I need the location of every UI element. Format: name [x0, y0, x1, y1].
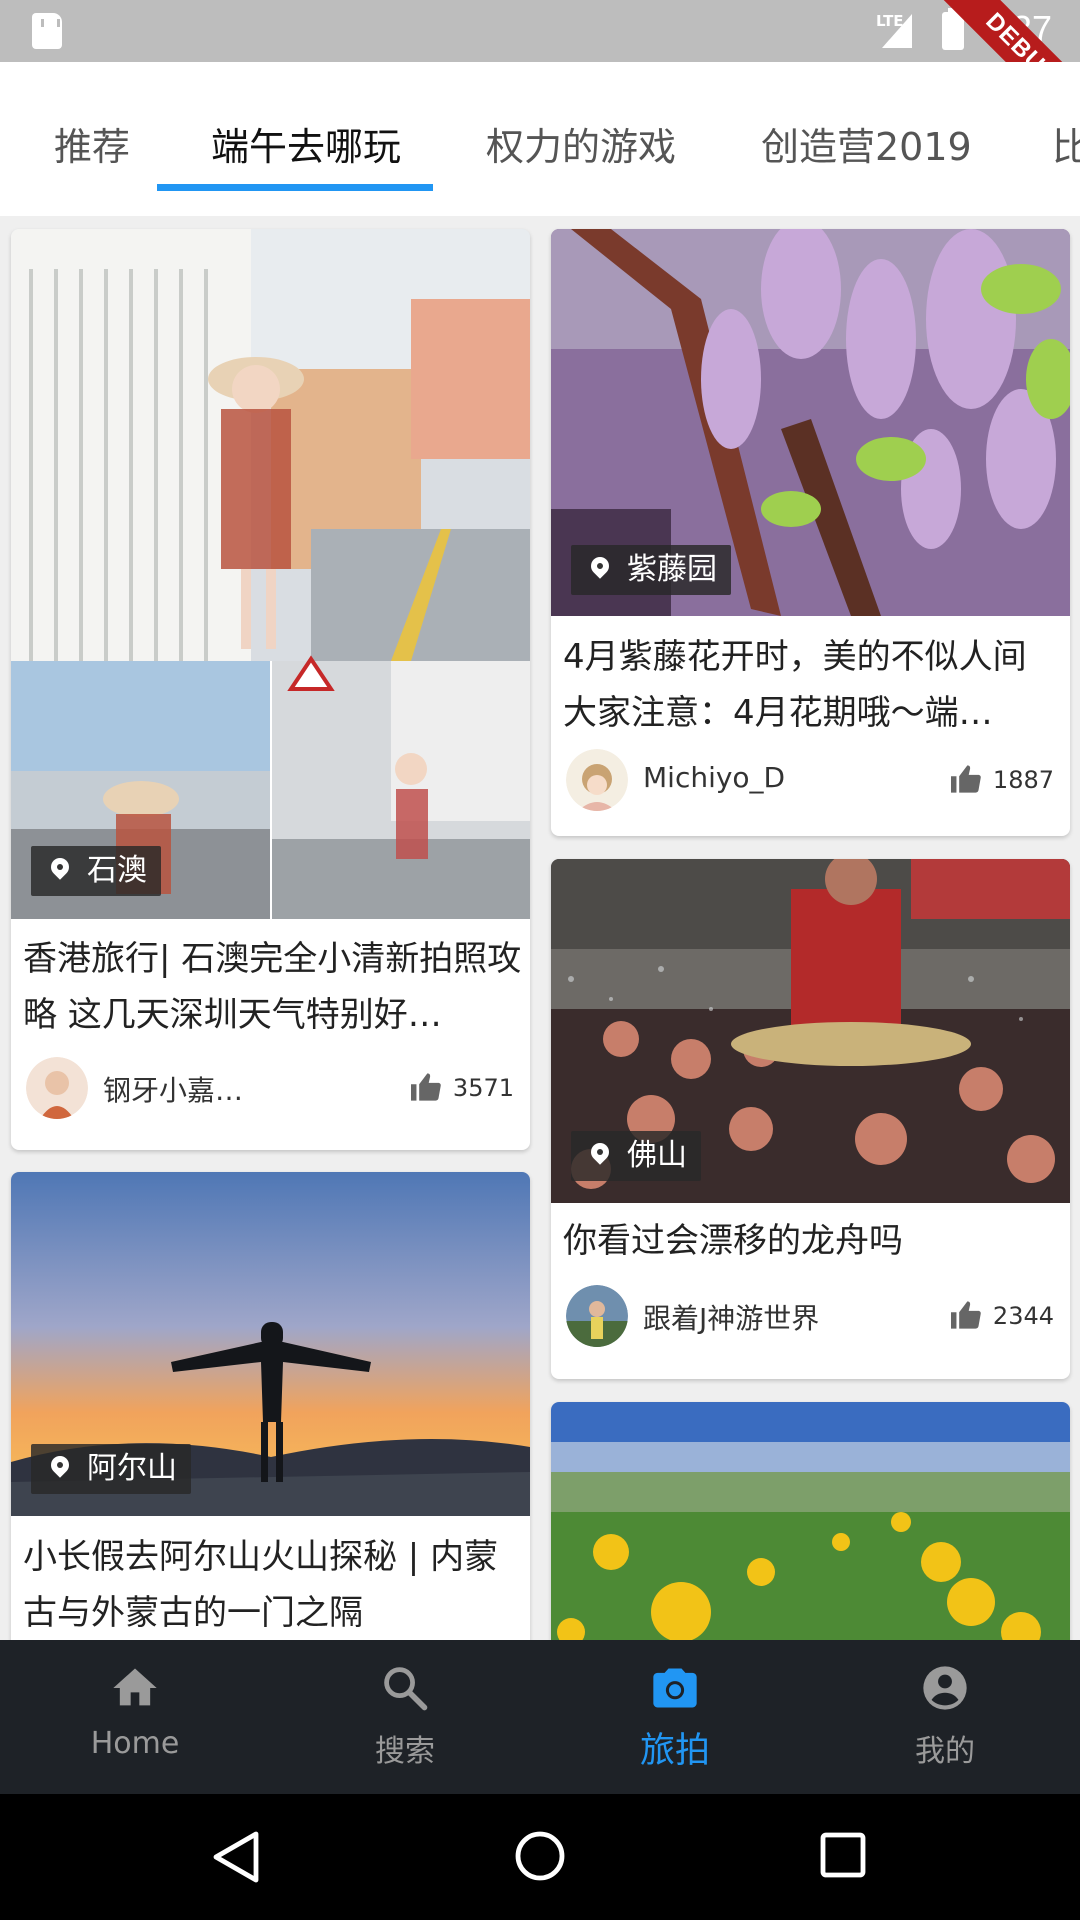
post-title: 4月紫藤花开时，美的不似人间 大家注意：4月花期哦～端…	[563, 637, 1027, 733]
location-badge: 佛山	[571, 1131, 701, 1181]
system-navigation-bar	[0, 1794, 1080, 1920]
post-card-shek-o[interactable]: 石澳 香港旅行| 石澳完全小清新拍照攻略 这几天深圳天气特别好… 钢牙小嘉… 3…	[11, 229, 530, 1150]
nav-home[interactable]: Home	[0, 1640, 270, 1794]
signal-icon	[882, 14, 912, 48]
post-title: 你看过会漂移的龙舟吗	[563, 1221, 903, 1261]
nav-label: 旅拍	[639, 1731, 710, 1771]
post-card-grassland[interactable]	[551, 1402, 1070, 1662]
post-photo-collage	[11, 229, 530, 919]
bottom-navigation-bar: Home 搜索 旅拍 我的	[0, 1640, 1080, 1794]
search-icon	[384, 1667, 428, 1711]
nav-label: 我的	[915, 1734, 975, 1769]
nav-profile[interactable]: 我的	[810, 1640, 1080, 1794]
thumbs-up-icon[interactable]	[949, 1300, 983, 1330]
tab-game-of-thrones[interactable]: 权力的游戏	[486, 116, 676, 171]
nav-label: 搜索	[375, 1734, 435, 1769]
author-name[interactable]: 跟着J神游世界	[643, 1297, 819, 1337]
tab-dragon-boat[interactable]: 端午去哪玩	[211, 116, 401, 171]
camera-icon	[653, 1668, 697, 1708]
category-tab-bar: 推荐 端午去哪玩 权力的游戏 创造营2019 比	[0, 62, 1080, 216]
author-avatar[interactable]	[26, 1057, 88, 1119]
location-badge: 石澳	[31, 846, 161, 896]
location-label: 石澳	[87, 853, 147, 888]
location-label: 阿尔山	[87, 1451, 177, 1486]
nav-search[interactable]: 搜索	[270, 1640, 540, 1794]
post-title: 小长假去阿尔山火山探秘 | 内蒙古与外蒙古的一门之隔	[23, 1537, 499, 1633]
post-photo-grassland	[551, 1402, 1070, 1662]
home-circle-icon[interactable]	[514, 1830, 566, 1882]
thumbs-up-icon[interactable]	[949, 764, 983, 794]
author-name[interactable]: 钢牙小嘉…	[103, 1069, 243, 1109]
like-count: 3571	[452, 1074, 514, 1102]
location-label: 紫藤园	[627, 552, 717, 587]
home-icon	[113, 1668, 157, 1706]
back-icon[interactable]	[210, 1830, 262, 1884]
recents-icon[interactable]	[820, 1832, 866, 1878]
location-pin-icon	[587, 1139, 613, 1165]
location-pin-icon	[587, 553, 613, 579]
location-pin-icon	[47, 1452, 73, 1478]
tab-produce-camp[interactable]: 创造营2019	[761, 116, 972, 171]
post-card-wisteria[interactable]: 紫藤园 4月紫藤花开时，美的不似人间 大家注意：4月花期哦～端… Michiyo…	[551, 229, 1070, 836]
like-count: 2344	[992, 1302, 1054, 1330]
location-pin-icon	[47, 854, 73, 880]
location-badge: 阿尔山	[31, 1444, 191, 1494]
sd-card-icon	[32, 13, 62, 49]
author-name[interactable]: Michiyo_D	[643, 761, 785, 794]
tab-partial[interactable]: 比	[1052, 116, 1080, 171]
status-bar: LTE 1:37 DEBUG	[0, 0, 1080, 149]
tab-indicator	[157, 184, 433, 191]
author-avatar[interactable]	[566, 749, 628, 811]
nav-label: Home	[90, 1726, 180, 1761]
account-icon	[923, 1666, 967, 1710]
tab-recommend[interactable]: 推荐	[54, 116, 130, 171]
location-badge: 紫藤园	[571, 545, 731, 595]
nav-travel-photo[interactable]: 旅拍	[540, 1640, 810, 1794]
like-count: 1887	[992, 766, 1054, 794]
thumbs-up-icon[interactable]	[409, 1072, 443, 1102]
post-card-foshan[interactable]: 佛山 你看过会漂移的龙舟吗 跟着J神游世界 2344	[551, 859, 1070, 1379]
author-avatar[interactable]	[566, 1285, 628, 1347]
location-label: 佛山	[627, 1138, 687, 1173]
post-card-arxan[interactable]: 阿尔山 小长假去阿尔山火山探秘 | 内蒙古与外蒙古的一门之隔	[11, 1172, 530, 1692]
post-title: 香港旅行| 石澳完全小清新拍照攻略 这几天深圳天气特别好…	[23, 939, 522, 1035]
